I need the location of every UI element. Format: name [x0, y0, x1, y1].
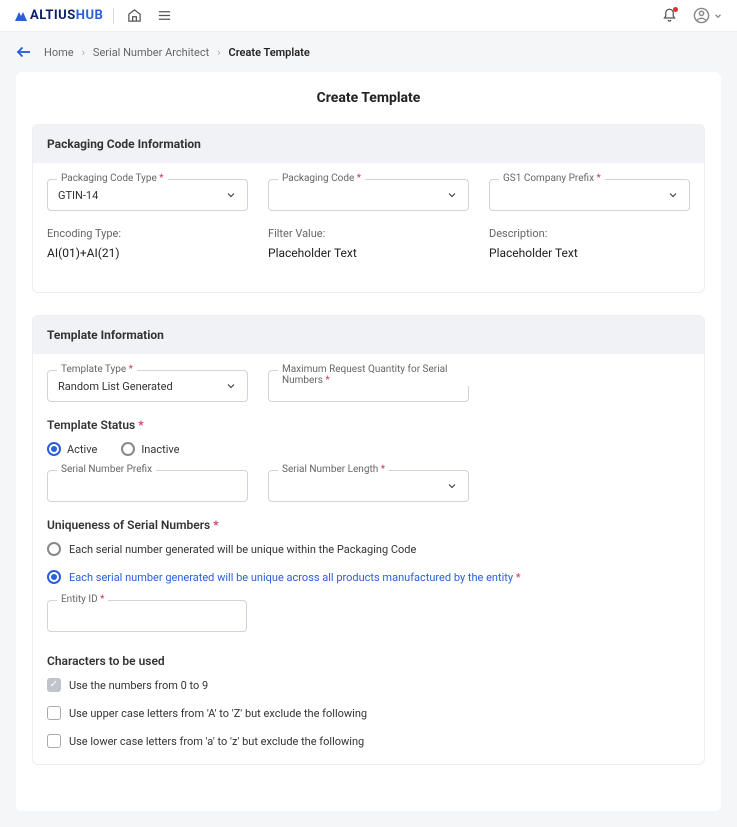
chevron-down-icon: [667, 189, 679, 201]
field-template-type: Template Type * Random List Generated: [47, 370, 248, 402]
section-packaging: Packaging Code Information Packaging Cod…: [32, 124, 705, 293]
template-status-radios: Active Inactive: [47, 442, 690, 456]
chevron-down-icon: [713, 11, 723, 21]
page-title: Create Template: [16, 90, 721, 106]
home-icon[interactable]: [124, 6, 144, 26]
characters-label: Characters to be used: [47, 654, 690, 668]
checkbox-icon: [47, 678, 61, 692]
logo-text-2: HUB: [76, 8, 104, 23]
uniqueness-label: Uniqueness of Serial Numbers *: [47, 518, 690, 532]
field-label: Packaging Code *: [278, 173, 365, 184]
static-value: Placeholder Text: [489, 246, 690, 260]
back-button[interactable]: [14, 42, 34, 62]
topbar-right: [659, 6, 723, 26]
breadcrumb-home[interactable]: Home: [44, 46, 74, 59]
logo[interactable]: ALTIUSHUB: [14, 8, 103, 23]
static-value: AI(01)+AI(21): [47, 246, 248, 260]
uniqueness-options: Each serial number generated will be uni…: [47, 542, 690, 584]
radio-icon: [47, 442, 61, 456]
chevron-down-icon: [446, 480, 458, 492]
field-max-qty: Maximum Request Quantity for Serial Numb…: [268, 370, 469, 402]
field-packaging-code: Packaging Code *: [268, 179, 469, 211]
uniqueness-opt-packaging[interactable]: Each serial number generated will be uni…: [47, 542, 690, 556]
chevron-down-icon: [225, 189, 237, 201]
user-menu[interactable]: [693, 7, 723, 24]
field-label: Entity ID *: [57, 594, 108, 605]
radio-label: Active: [67, 443, 97, 456]
radio-icon: [47, 570, 61, 584]
field-label: GS1 Company Prefix *: [499, 173, 605, 184]
select-value: GTIN-14: [58, 189, 98, 202]
field-label: Packaging Code Type *: [57, 173, 168, 184]
static-value: Placeholder Text: [268, 246, 469, 260]
radio-icon: [121, 442, 135, 456]
template-status-label: Template Status *: [47, 418, 690, 432]
checkbox-icon: [47, 706, 61, 720]
menu-icon[interactable]: [154, 6, 174, 26]
static-label: Encoding Type:: [47, 227, 248, 240]
radio-active[interactable]: Active: [47, 442, 97, 456]
field-serial-length: Serial Number Length *: [268, 470, 469, 502]
characters-checklist: Use the numbers from 0 to 9 Use upper ca…: [47, 678, 690, 748]
static-label: Filter Value:: [268, 227, 469, 240]
option-label: Each serial number generated will be uni…: [69, 571, 521, 584]
breadcrumb-current: Create Template: [229, 46, 310, 59]
chk-uppercase[interactable]: Use upper case letters from 'A' to 'Z' b…: [47, 706, 690, 720]
breadcrumb-l1[interactable]: Serial Number Architect: [93, 46, 209, 59]
chk-numbers[interactable]: Use the numbers from 0 to 9: [47, 678, 690, 692]
field-entity-id: Entity ID *: [47, 600, 247, 632]
section-header: Packaging Code Information: [33, 125, 704, 163]
select-value: Random List Generated: [58, 380, 173, 393]
breadcrumb-sep: ›: [217, 46, 220, 59]
field-label: Serial Number Length *: [278, 464, 389, 475]
chevron-down-icon: [225, 380, 237, 392]
checkbox-label: Use the numbers from 0 to 9: [69, 679, 208, 692]
field-label: Template Type *: [57, 364, 137, 375]
topbar-left: ALTIUSHUB: [14, 6, 174, 26]
breadcrumb-bar: Home › Serial Number Architect › Create …: [0, 32, 737, 72]
field-filter-value: Filter Value: Placeholder Text: [268, 227, 469, 260]
checkbox-icon: [47, 734, 61, 748]
field-encoding-type: Encoding Type: AI(01)+AI(21): [47, 227, 248, 260]
field-gs1-prefix: GS1 Company Prefix *: [489, 179, 690, 211]
logo-mark-icon: [14, 10, 28, 22]
breadcrumb-sep: ›: [82, 46, 85, 59]
user-icon: [693, 7, 710, 24]
radio-icon: [47, 542, 61, 556]
field-description: Description: Placeholder Text: [489, 227, 690, 260]
section-template: Template Information Template Type * Ran…: [32, 315, 705, 765]
field-packaging-code-type: Packaging Code Type * GTIN-14: [47, 179, 248, 211]
chevron-down-icon: [446, 189, 458, 201]
radio-label: Inactive: [141, 443, 179, 456]
chk-lowercase[interactable]: Use lower case letters from 'a' to 'z' b…: [47, 734, 690, 748]
divider: [113, 8, 114, 24]
radio-inactive[interactable]: Inactive: [121, 442, 179, 456]
static-label: Description:: [489, 227, 690, 240]
page-card: Create Template Packaging Code Informati…: [16, 72, 721, 811]
notifications-icon[interactable]: [659, 6, 679, 26]
checkbox-label: Use upper case letters from 'A' to 'Z' b…: [69, 707, 367, 720]
notification-dot: [673, 7, 678, 12]
option-label: Each serial number generated will be uni…: [69, 543, 416, 556]
field-label: Maximum Request Quantity for Serial Numb…: [278, 364, 469, 386]
field-serial-prefix: Serial Number Prefix: [47, 470, 248, 502]
uniqueness-opt-entity[interactable]: Each serial number generated will be uni…: [47, 570, 690, 584]
topbar: ALTIUSHUB: [0, 0, 737, 32]
field-label: Serial Number Prefix: [57, 464, 156, 475]
breadcrumb: Home › Serial Number Architect › Create …: [44, 46, 310, 59]
section-header: Template Information: [33, 316, 704, 354]
checkbox-label: Use lower case letters from 'a' to 'z' b…: [69, 735, 364, 748]
logo-text-1: ALTIUS: [30, 8, 76, 23]
